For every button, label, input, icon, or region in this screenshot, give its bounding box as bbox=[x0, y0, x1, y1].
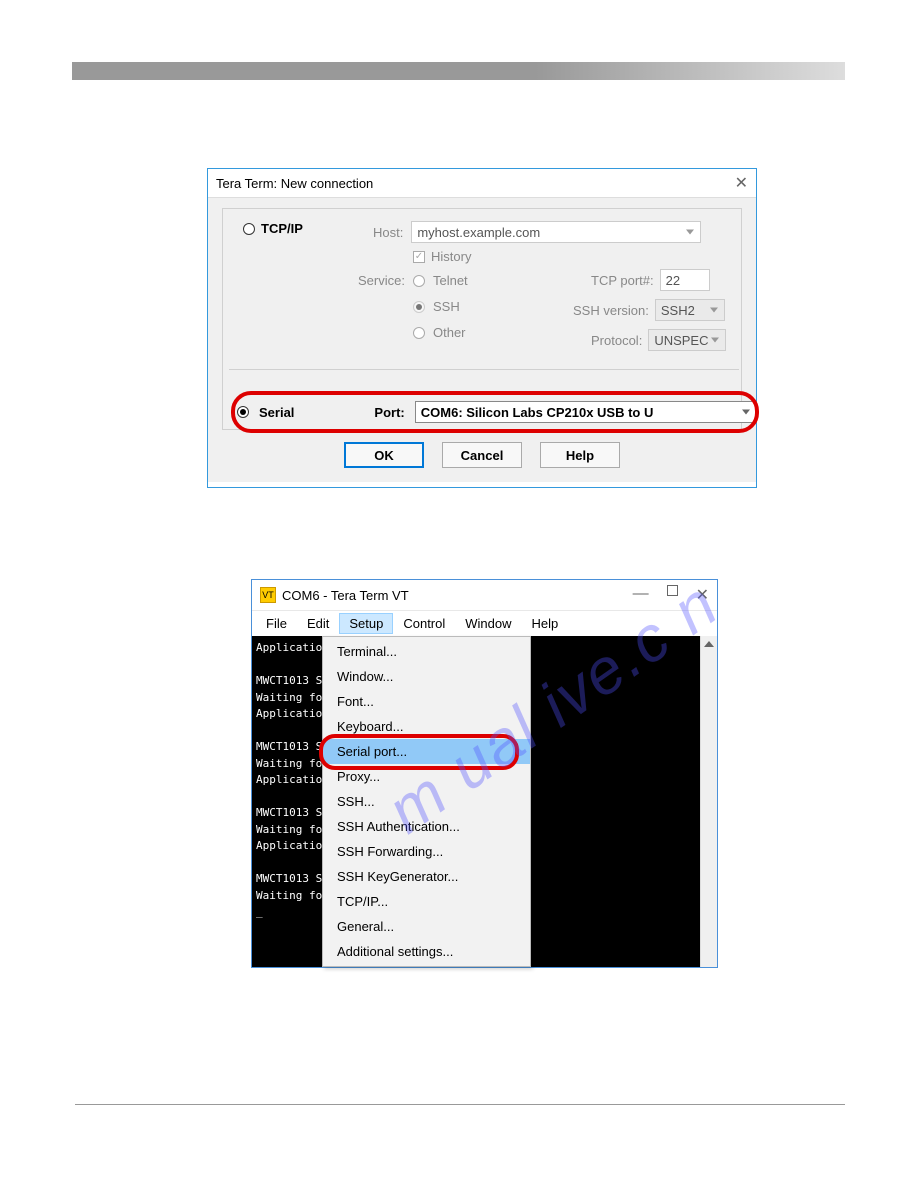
new-connection-dialog: Tera Term: New connection ✕ TCP/IP Host:… bbox=[207, 168, 757, 488]
sshver-label: SSH version: bbox=[573, 303, 649, 318]
radio-icon bbox=[413, 301, 425, 313]
menu-window[interactable]: Window bbox=[455, 613, 521, 634]
dropdown-item-proxy-[interactable]: Proxy... bbox=[323, 764, 530, 789]
radio-icon bbox=[243, 223, 255, 235]
dropdown-item-terminal-[interactable]: Terminal... bbox=[323, 639, 530, 664]
menu-edit[interactable]: Edit bbox=[297, 613, 339, 634]
dropdown-item-ssh-forwarding-[interactable]: SSH Forwarding... bbox=[323, 839, 530, 864]
scroll-up-icon bbox=[704, 641, 714, 647]
dropdown-item-ssh-keygenerator-[interactable]: SSH KeyGenerator... bbox=[323, 864, 530, 889]
window-titlebar: VT COM6 - Tera Term VT — ✕ bbox=[252, 580, 717, 610]
dropdown-item-window-[interactable]: Window... bbox=[323, 664, 530, 689]
history-label: History bbox=[431, 249, 471, 264]
tera-term-window: VT COM6 - Tera Term VT — ✕ File Edit Set… bbox=[251, 579, 718, 968]
dropdown-item-keyboard-[interactable]: Keyboard... bbox=[323, 714, 530, 739]
serial-radio[interactable] bbox=[237, 406, 249, 418]
tcpip-radio-row[interactable]: TCP/IP bbox=[243, 221, 303, 236]
menubar: File Edit Setup Control Window Help bbox=[252, 610, 717, 636]
radio-icon bbox=[413, 275, 425, 287]
host-label: Host: bbox=[373, 225, 403, 240]
service-label: Service: bbox=[358, 273, 405, 288]
serial-label: Serial bbox=[259, 405, 294, 420]
dropdown-item-ssh-[interactable]: SSH... bbox=[323, 789, 530, 814]
telnet-label: Telnet bbox=[433, 273, 468, 288]
dropdown-item-serial-port-[interactable]: Serial port... bbox=[323, 739, 530, 764]
protocol-label: Protocol: bbox=[591, 333, 642, 348]
tcpport-label: TCP port#: bbox=[591, 273, 654, 288]
dropdown-item-tcp-ip-[interactable]: TCP/IP... bbox=[323, 889, 530, 914]
dropdown-item-general-[interactable]: General... bbox=[323, 914, 530, 939]
vertical-scrollbar[interactable] bbox=[700, 636, 717, 967]
dropdown-item-ssh-authentication-[interactable]: SSH Authentication... bbox=[323, 814, 530, 839]
minimize-icon[interactable]: — bbox=[633, 585, 649, 605]
maximize-icon[interactable] bbox=[667, 585, 678, 596]
header-bar bbox=[72, 62, 845, 80]
close-icon[interactable]: ✕ bbox=[696, 585, 709, 605]
window-title: COM6 - Tera Term VT bbox=[282, 588, 409, 603]
tcpip-label: TCP/IP bbox=[261, 221, 303, 236]
close-icon[interactable]: ✕ bbox=[735, 173, 748, 193]
ssh-label: SSH bbox=[433, 299, 460, 314]
other-label: Other bbox=[433, 325, 466, 340]
setup-dropdown: Terminal...Window...Font...Keyboard...Se… bbox=[322, 636, 531, 967]
sshver-select[interactable]: SSH2 bbox=[655, 299, 725, 321]
port-label: Port: bbox=[374, 405, 404, 420]
help-button[interactable]: Help bbox=[540, 442, 620, 468]
dropdown-item-font-[interactable]: Font... bbox=[323, 689, 530, 714]
tcpport-input[interactable]: 22 bbox=[660, 269, 710, 291]
ok-button[interactable]: OK bbox=[344, 442, 424, 468]
menu-setup[interactable]: Setup bbox=[339, 613, 393, 634]
port-select[interactable]: COM6: Silicon Labs CP210x USB to U bbox=[415, 401, 757, 423]
app-icon: VT bbox=[260, 587, 276, 603]
history-checkbox[interactable]: ✓ bbox=[413, 251, 425, 263]
menu-file[interactable]: File bbox=[256, 613, 297, 634]
host-input[interactable]: myhost.example.com bbox=[411, 221, 701, 243]
footer-rule bbox=[75, 1104, 845, 1105]
protocol-select[interactable]: UNSPEC bbox=[648, 329, 726, 351]
dialog-title: Tera Term: New connection bbox=[216, 176, 373, 191]
radio-icon bbox=[413, 327, 425, 339]
menu-help[interactable]: Help bbox=[522, 613, 569, 634]
menu-control[interactable]: Control bbox=[393, 613, 455, 634]
dropdown-item-additional-settings-[interactable]: Additional settings... bbox=[323, 939, 530, 964]
cancel-button[interactable]: Cancel bbox=[442, 442, 522, 468]
dialog-titlebar: Tera Term: New connection ✕ bbox=[208, 169, 756, 197]
